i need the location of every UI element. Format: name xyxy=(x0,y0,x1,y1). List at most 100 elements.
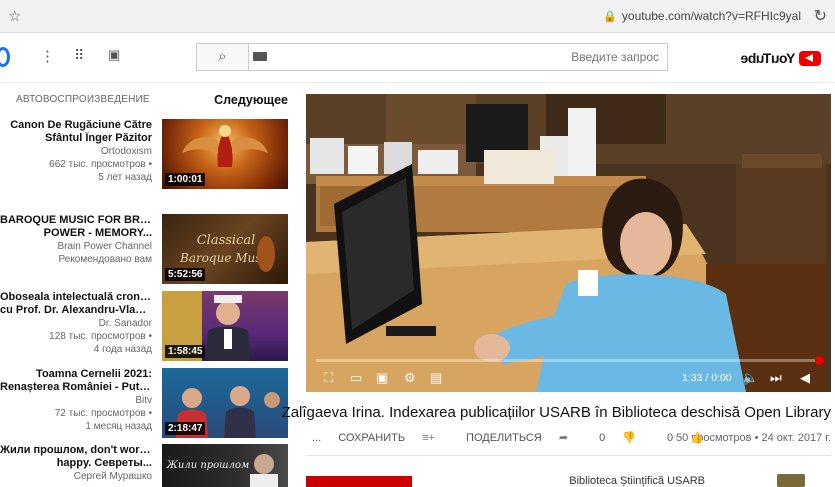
sidebar-video-5[interactable]: Жили прошлом, don't worry, be happy. Сев… xyxy=(0,444,292,487)
youtube-logo[interactable]: YouTube xyxy=(741,48,821,68)
video-thumbnail[interactable]: Жили прошлом xyxy=(162,444,288,487)
volume-icon[interactable]: 🔈 xyxy=(742,370,758,386)
more-actions-button[interactable]: ... xyxy=(312,432,321,444)
video-main-title: Zalîgaeva Irina. Indexarea publicațiilor… xyxy=(281,404,831,421)
video-thumbnail[interactable]: Classical Baroque Music 5:52:56 xyxy=(162,214,288,284)
play-icon[interactable]: ◀ xyxy=(800,370,810,386)
keyboard-icon[interactable] xyxy=(253,52,267,61)
lock-icon: 🔒 xyxy=(603,11,617,23)
video-title-line2[interactable]: Renașterea României - Puteri... xyxy=(0,381,152,394)
video-views: Рекомендовано вам xyxy=(58,254,152,265)
bookmark-star-icon[interactable]: ☆ xyxy=(8,7,21,25)
video-channel: Brain Power Channel xyxy=(57,241,153,252)
video-age: 4 года назад xyxy=(93,344,152,355)
sidebar-video-4[interactable]: Toamna Cernelii 2021: Renașterea Românie… xyxy=(0,368,292,438)
video-title[interactable]: BAROQUE MUSIC FOR BRAIN xyxy=(0,214,152,227)
video-meta: Жили прошлом, don't worry, be happy. Сев… xyxy=(0,444,152,483)
miniplayer-icon[interactable]: ▣ xyxy=(376,370,388,386)
divider xyxy=(306,455,831,456)
url-field[interactable]: 🔒 youtube.com/watch?v=RFHIc9yal xyxy=(603,9,801,23)
video-meta: Canon De Rugăciune Către Sfântul Înger P… xyxy=(0,119,152,184)
video-title[interactable]: Canon De Rugăciune Către xyxy=(0,119,152,132)
video-title[interactable]: Жили прошлом, don't worry, be xyxy=(0,444,152,457)
video-title-line2[interactable]: cu Prof. Dr. Alexandru-Vladim... xyxy=(0,304,152,317)
next-video-icon[interactable]: ⏭ xyxy=(770,370,782,386)
search-input[interactable] xyxy=(497,44,667,70)
video-frame xyxy=(306,94,831,392)
video-player[interactable]: ⛶ ▭ ▣ ⚙ ▤ 1:33 / 0:00 🔈 ⏭ ◀ xyxy=(306,94,831,392)
video-channel: Сергей Мурашко xyxy=(73,471,152,482)
share-label: ПОДЕЛИТЬСЯ xyxy=(466,432,542,444)
save-playlist-icon: ≡+ xyxy=(422,432,435,444)
sidebar-video-1[interactable]: Canon De Rugăciune Către Sfântul Înger P… xyxy=(0,119,292,189)
video-duration: 2:18:47 xyxy=(165,422,206,435)
share-icon: ➦ xyxy=(558,432,569,444)
create-video-icon[interactable]: ▣ xyxy=(108,47,120,63)
up-next-title: Следующее xyxy=(214,93,288,107)
settings-gear-icon[interactable]: ⚙ xyxy=(404,370,416,386)
save-button[interactable]: СОХРАНИТЬ ≡+ xyxy=(338,432,449,444)
video-title-line2[interactable]: Sfântul Înger Păzitor xyxy=(0,132,152,145)
browser-address-bar: ☆ 🔒 youtube.com/watch?v=RFHIc9yal ↻ xyxy=(0,0,835,33)
apps-grid-icon[interactable]: ⠿ xyxy=(74,47,84,64)
time-current: 0:00 xyxy=(711,372,732,384)
video-title-line2[interactable]: happy. Севpeты... xyxy=(0,457,152,470)
video-thumbnail[interactable]: 2:18:47 xyxy=(162,368,288,438)
video-meta: Toamna Cernelii 2021: Renașterea Românie… xyxy=(0,368,152,433)
dislike-button[interactable]: 0 👎 xyxy=(599,432,650,444)
fullscreen-icon[interactable]: ⛶ xyxy=(324,370,333,386)
video-duration: 1:58:45 xyxy=(165,345,206,358)
video-meta: BAROQUE MUSIC FOR BRAIN POWER - MEMORY..… xyxy=(0,214,152,266)
video-meta: Obosealа intelectuală cronica cu Prof. D… xyxy=(0,291,152,356)
url-text: youtube.com/watch?v=RFHIc9yal xyxy=(621,9,801,23)
subscribe-button[interactable] xyxy=(306,476,412,487)
youtube-header: ⋮ ⠿ ▣ ⌕ YouTube xyxy=(0,33,835,83)
search-icon: ⌕ xyxy=(218,48,227,65)
video-age: 1 месяц назад xyxy=(85,421,152,432)
search-box xyxy=(248,43,668,71)
time-display: 1:33 / 0:00 xyxy=(682,372,732,384)
search-button[interactable]: ⌕ xyxy=(196,43,248,71)
video-duration: 1:00:01 xyxy=(165,173,206,186)
autoplay-label[interactable]: АВТОВОСПРОИЗВЕДЕНИЕ xyxy=(16,94,150,105)
sidebar-video-2[interactable]: BAROQUE MUSIC FOR BRAIN POWER - MEMORY..… xyxy=(0,214,292,284)
like-button[interactable]: 0 👍 xyxy=(667,432,718,444)
video-actions: ... СОХРАНИТЬ ≡+ ПОДЕЛИТЬСЯ ➦ 0 👎 0 👍 xyxy=(312,431,732,444)
video-title-line2[interactable]: POWER - MEMORY... xyxy=(0,227,152,240)
progress-bar[interactable] xyxy=(316,356,824,365)
youtube-play-icon xyxy=(799,50,821,66)
player-controls: ⛶ ▭ ▣ ⚙ ▤ 1:33 / 0:00 🔈 ⏭ ◀ xyxy=(306,364,831,392)
video-views: 128 тыс. просмотров • xyxy=(49,331,152,342)
channel-name[interactable]: Biblioteca Științifică USARB xyxy=(569,475,705,487)
time-total: 1:33 xyxy=(682,372,703,384)
video-channel: Bitv xyxy=(135,395,152,406)
video-thumbnail[interactable]: 1:58:45 xyxy=(162,291,288,361)
video-duration: 5:52:56 xyxy=(165,268,206,281)
dislike-count: 0 xyxy=(599,432,606,444)
up-next-sidebar: АВТОВОСПРОИЗВЕДЕНИЕ Следующее Canon De R… xyxy=(0,83,292,487)
sidebar-video-3[interactable]: Obosealа intelectuală cronica cu Prof. D… xyxy=(0,291,292,361)
sidebar-header: АВТОВОСПРОИЗВЕДЕНИЕ Следующее xyxy=(0,91,292,109)
video-title[interactable]: Obosealа intelectuală cronica xyxy=(0,291,152,304)
svg-text:Жили прошлом: Жили прошлом xyxy=(166,460,250,471)
logo-text: YouTube xyxy=(740,50,795,66)
subtitles-icon[interactable]: ▤ xyxy=(430,370,442,386)
share-button[interactable]: ПОДЕЛИТЬСЯ ➦ xyxy=(466,432,582,444)
like-icon: 👍 xyxy=(690,432,704,444)
reload-icon[interactable]: ↻ xyxy=(814,6,827,26)
save-label: СОХРАНИТЬ xyxy=(338,432,406,444)
like-count: 0 xyxy=(667,432,674,444)
video-views: 662 тыс. просмотров • xyxy=(49,159,152,170)
video-channel: Ortodoxism xyxy=(100,146,152,157)
video-views: 72 тыс. просмотров • xyxy=(54,408,152,419)
more-options-icon[interactable]: ⋮ xyxy=(40,47,55,65)
svg-text:Classical: Classical xyxy=(197,233,256,248)
channel-avatar[interactable] xyxy=(777,474,805,487)
theater-mode-icon[interactable]: ▭ xyxy=(350,370,362,386)
account-avatar-icon[interactable] xyxy=(0,47,10,67)
video-title[interactable]: Toamna Cernelii 2021: xyxy=(0,368,152,381)
dislike-icon: 👎 xyxy=(622,432,636,444)
video-thumbnail[interactable]: 1:00:01 xyxy=(162,119,288,189)
video-age: 5 лет назад xyxy=(98,172,152,183)
speaker-portrait-icon: Жили прошлом xyxy=(166,454,278,487)
